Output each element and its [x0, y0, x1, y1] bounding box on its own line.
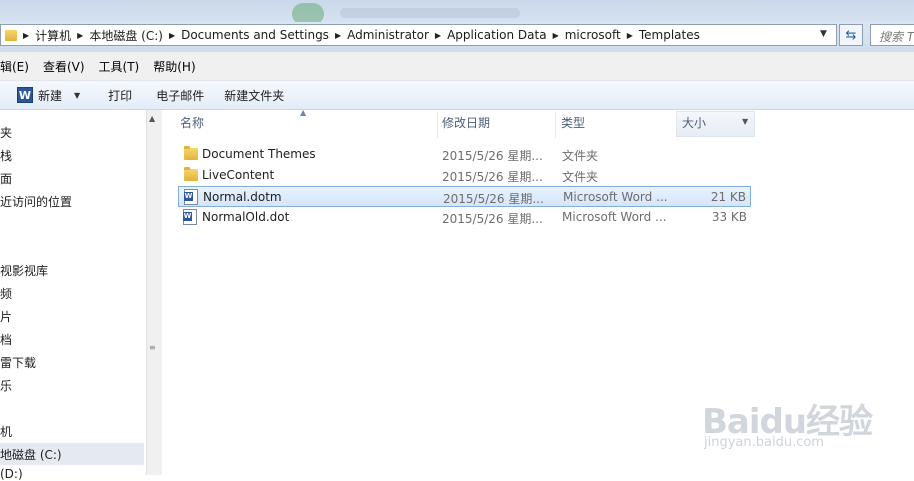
chevron-right-icon: ▶	[77, 30, 84, 40]
menu-bar: 辑(E) 查看(V) 工具(T) 帮助(H)	[0, 52, 914, 81]
column-header-type[interactable]: 类型	[561, 114, 585, 136]
folder-icon	[184, 146, 198, 160]
breadcrumb-documents-and-settings[interactable]: ▶ Documents and Settings	[163, 24, 329, 46]
refresh-button[interactable]: ⇆	[839, 24, 863, 46]
nav-item-documents[interactable]: 档	[0, 331, 12, 348]
folder-icon	[5, 29, 17, 41]
menu-view[interactable]: 查看(V)	[43, 58, 85, 75]
nav-item-favorites[interactable]: 夹	[0, 124, 12, 141]
breadcrumb-local-disk[interactable]: ▶ 本地磁盘 (C:)	[71, 24, 163, 46]
nav-scrollbar[interactable]	[146, 110, 162, 475]
chevron-right-icon: ▶	[168, 30, 176, 40]
column-header-size[interactable]: 大小	[682, 114, 706, 136]
file-row-selected[interactable]: W Normal.dotm 2015/5/26 星期... Microsoft …	[178, 186, 751, 207]
breadcrumb-computer[interactable]: ▶ 计算机	[17, 24, 71, 46]
menu-help[interactable]: 帮助(H)	[153, 58, 195, 75]
breadcrumb-templates[interactable]: ▶ Templates	[621, 24, 700, 46]
chevron-right-icon: ▶	[23, 30, 30, 40]
word-document-icon: W	[184, 189, 198, 205]
word-icon: W	[17, 87, 33, 103]
nav-item-recent-places[interactable]: 近访问的位置	[0, 193, 72, 210]
baidu-watermark-url: jingyan.baidu.com	[704, 435, 824, 450]
nav-item-desktop[interactable]: 面	[0, 170, 12, 187]
menu-edit[interactable]: 辑(E)	[0, 58, 29, 75]
breadcrumb-administrator[interactable]: ▶ Administrator	[329, 24, 429, 46]
nav-item-videos[interactable]: 频	[0, 285, 12, 302]
breadcrumb-application-data[interactable]: ▶ Application Data	[429, 24, 547, 46]
new-button[interactable]: W 新建 ▼	[17, 87, 80, 104]
column-separator[interactable]	[437, 112, 438, 138]
navigation-pane	[0, 110, 146, 475]
column-header-date[interactable]: 修改日期	[442, 114, 490, 136]
breadcrumb-microsoft[interactable]: ▶ microsoft	[547, 24, 621, 46]
address-bar[interactable]: ▶ 计算机 ▶ 本地磁盘 (C:) ▶ Documents and Settin…	[0, 24, 837, 46]
nav-item-video-library[interactable]: 视影视库	[0, 262, 48, 279]
email-button[interactable]: 电子邮件	[156, 87, 204, 104]
nav-item-thunder-downloads[interactable]: 雷下载	[0, 354, 36, 371]
new-folder-button[interactable]: 新建文件夹	[224, 87, 284, 104]
chevron-right-icon: ▶	[334, 30, 342, 40]
file-row[interactable]: W NormalOld.dot 2015/5/26 星期... Microsof…	[178, 207, 751, 228]
nav-item-computer[interactable]: 机	[0, 423, 12, 440]
chevron-down-icon[interactable]: ▼	[742, 117, 748, 126]
file-row[interactable]: Document Themes 2015/5/26 星期... 文件夹	[178, 144, 751, 165]
refresh-icon: ⇆	[845, 27, 857, 43]
command-toolbar: W 新建 ▼ 打印 电子邮件 新建文件夹	[0, 81, 914, 110]
nav-item-local-disk-c[interactable]: 地磁盘 (C:)	[0, 446, 62, 463]
sort-ascending-icon: ▲	[300, 108, 307, 117]
print-button[interactable]: 打印	[108, 87, 132, 104]
nav-item-disk-d[interactable]: (D:)	[0, 467, 23, 481]
scroll-grip-icon[interactable]: ≡	[149, 343, 156, 352]
file-row[interactable]: LiveContent 2015/5/26 星期... 文件夹	[178, 165, 751, 186]
chevron-right-icon: ▶	[552, 30, 559, 40]
chevron-down-icon: ▼	[74, 90, 81, 100]
folder-icon	[184, 167, 198, 181]
word-document-icon: W	[183, 209, 197, 225]
address-history-dropdown-icon[interactable]: ▼	[820, 29, 827, 39]
chevron-right-icon: ▶	[434, 30, 442, 40]
chevron-right-icon: ▶	[626, 30, 633, 40]
nav-item-pictures[interactable]: 片	[0, 308, 12, 325]
scroll-up-arrow-icon[interactable]: ▲	[149, 114, 155, 123]
nav-item-music[interactable]: 乐	[0, 377, 12, 394]
search-input[interactable]: 搜索 T	[870, 24, 914, 46]
blurred-title-text	[340, 8, 520, 18]
nav-item-downloads[interactable]: 栈	[0, 147, 12, 164]
column-header-name[interactable]: 名称	[180, 114, 204, 136]
column-separator[interactable]	[555, 112, 556, 138]
menu-tools[interactable]: 工具(T)	[99, 58, 140, 75]
